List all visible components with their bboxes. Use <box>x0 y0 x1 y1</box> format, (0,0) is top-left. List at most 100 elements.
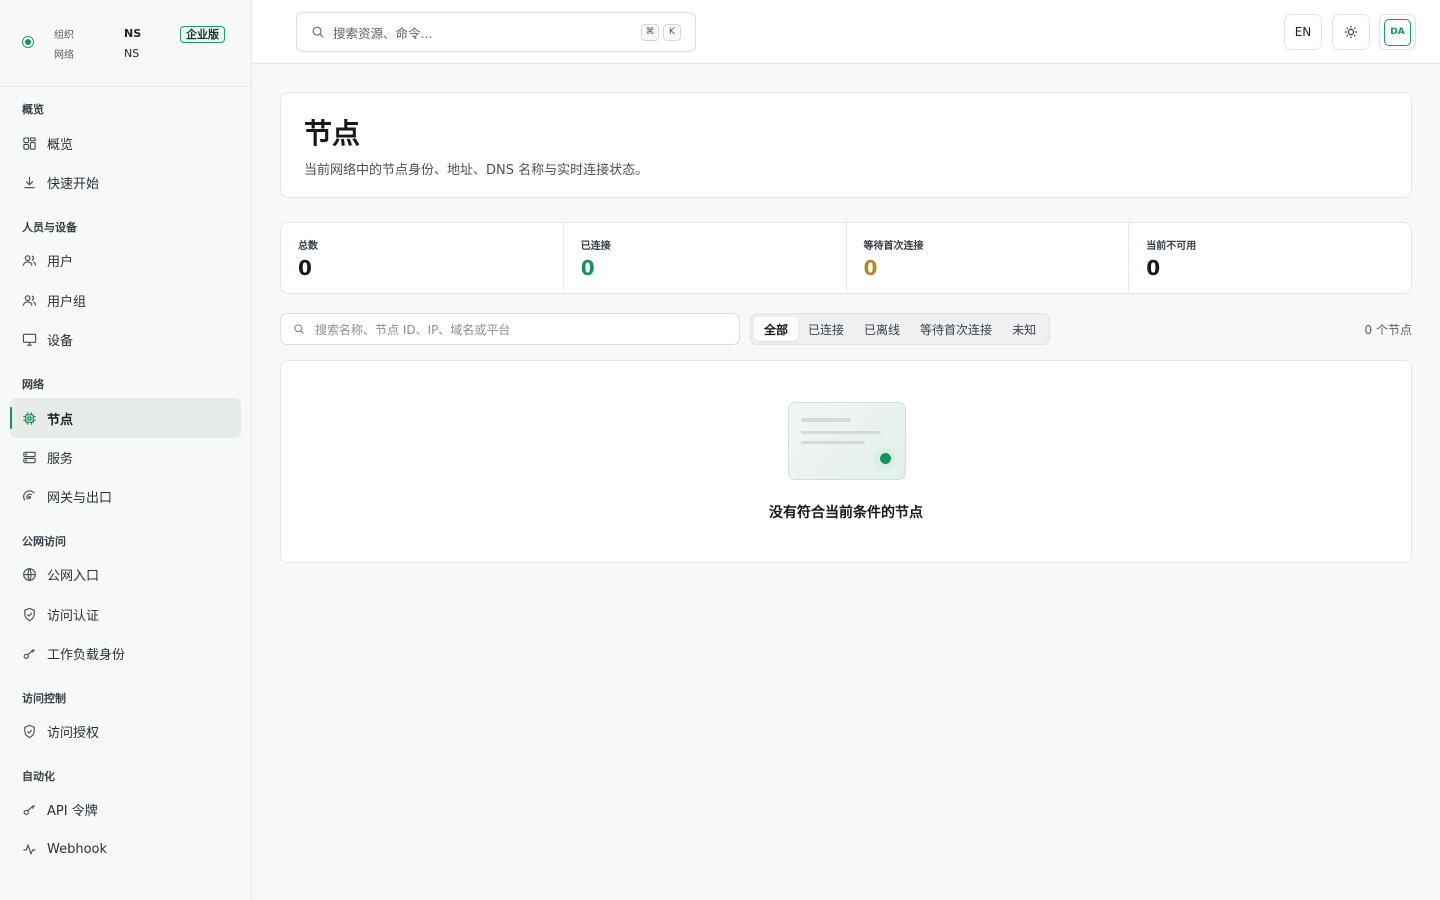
cpu-icon <box>22 411 37 426</box>
gateway-icon <box>22 489 37 504</box>
status-filter-tabs: 全部 已连接 已离线 等待首次连接 未知 <box>750 313 1051 345</box>
sidebar-item-gateways[interactable]: 网关与出口 <box>10 476 241 516</box>
org-switcher[interactable]: 组织 NS 网络 NS 企业版 <box>0 0 251 87</box>
tab-pending[interactable]: 等待首次连接 <box>910 317 1002 341</box>
sidebar-item-user-groups[interactable]: 用户组 <box>10 280 241 320</box>
stat-unavailable: 当前不可用 0 <box>1129 223 1411 293</box>
sidebar-item-access-grants[interactable]: 访问授权 <box>10 711 241 751</box>
nav-section-network: 网络 <box>22 378 44 391</box>
nav-section-automation: 自动化 <box>22 770 55 783</box>
edition-badge: 企业版 <box>180 26 225 43</box>
tab-connected[interactable]: 已连接 <box>798 317 854 341</box>
node-search-placeholder: 搜索名称、节点 ID、IP、域名或平台 <box>315 322 511 337</box>
status-dot-icon <box>22 36 34 48</box>
tab-all[interactable]: 全部 <box>754 317 799 341</box>
sidebar-item-label: Webhook <box>47 841 108 857</box>
sidebar-item-api-tokens[interactable]: API 令牌 <box>10 789 241 829</box>
illustration-line <box>801 441 865 444</box>
language-label: EN <box>1294 25 1312 39</box>
empty-state-message: 没有符合当前条件的节点 <box>769 505 923 521</box>
nav-section-overview: 概览 <box>22 103 44 116</box>
sidebar-item-label: 快速开始 <box>47 176 100 192</box>
search-icon <box>312 26 324 38</box>
sidebar-item-workload-identity[interactable]: 工作负载身份 <box>10 633 241 673</box>
stat-label: 已连接 <box>580 241 611 252</box>
globe-icon <box>22 567 37 582</box>
sidebar-item-devices[interactable]: 设备 <box>10 319 241 359</box>
users-icon <box>22 293 37 308</box>
stat-label: 等待首次连接 <box>863 241 924 252</box>
sidebar-item-label: 访问授权 <box>47 725 100 741</box>
illustration-line <box>801 431 881 434</box>
sidebar-item-label: 节点 <box>47 412 74 428</box>
shield-check-icon <box>22 607 37 622</box>
node-search-input[interactable]: 搜索名称、节点 ID、IP、域名或平台 <box>280 313 740 345</box>
sidebar-item-label: 工作负载身份 <box>47 647 126 663</box>
stat-label: 当前不可用 <box>1146 241 1197 252</box>
nav-section-people: 人员与设备 <box>22 221 77 234</box>
theme-toggle-button[interactable] <box>1332 14 1370 50</box>
grid-icon <box>22 136 37 151</box>
user-menu-button[interactable]: DA <box>1379 14 1416 50</box>
download-icon <box>22 175 37 190</box>
sidebar-item-users[interactable]: 用户 <box>10 240 241 280</box>
network-label: 网络 <box>54 50 74 61</box>
illustration-line <box>801 418 851 422</box>
shield-check-icon <box>22 724 37 739</box>
nav-section-access-control: 访问控制 <box>22 692 66 705</box>
stat-connected: 已连接 0 <box>564 223 847 293</box>
sidebar-item-nodes[interactable]: 节点 <box>10 398 241 438</box>
empty-state: 没有符合当前条件的节点 <box>280 360 1412 563</box>
node-count: 0 个节点 <box>1364 323 1412 337</box>
sidebar-item-webhook[interactable]: Webhook <box>10 829 241 869</box>
sidebar-item-quickstart[interactable]: 快速开始 <box>10 162 241 202</box>
shortcut-key-cmd: ⌘ <box>641 23 659 41</box>
tab-unknown[interactable]: 未知 <box>1002 317 1046 341</box>
sidebar-item-overview[interactable]: 概览 <box>10 123 241 163</box>
sidebar-item-label: 用户 <box>47 254 74 270</box>
stat-pending: 等待首次连接 0 <box>847 223 1130 293</box>
network-value: NS <box>124 47 140 60</box>
monitor-icon <box>22 332 37 347</box>
page-subtitle: 当前网络中的节点身份、地址、DNS 名称与实时连接状态。 <box>304 163 649 178</box>
org-value: NS <box>124 27 142 40</box>
nav-section-public-access: 公网访问 <box>22 535 66 548</box>
tab-offline[interactable]: 已离线 <box>854 317 910 341</box>
server-icon <box>22 450 37 465</box>
key-icon <box>22 646 37 661</box>
activity-icon <box>22 842 37 857</box>
topbar: 搜索资源、命令... ⌘ K EN DA <box>252 0 1440 64</box>
sidebar: 组织 NS 网络 NS 企业版 概览 概览 快速开始 人员与设备 用户 用户组 <box>0 0 252 900</box>
language-button[interactable]: EN <box>1284 14 1322 50</box>
org-label: 组织 <box>54 30 74 41</box>
sidebar-item-label: 网关与出口 <box>47 490 113 506</box>
sidebar-item-label: 设备 <box>47 333 74 349</box>
sidebar-item-label: 用户组 <box>47 294 87 310</box>
illustration-status <box>874 447 896 469</box>
empty-illustration-icon <box>788 402 906 480</box>
page-header: 节点 当前网络中的节点身份、地址、DNS 名称与实时连接状态。 <box>280 92 1412 198</box>
sidebar-item-services[interactable]: 服务 <box>10 437 241 477</box>
avatar: DA <box>1384 18 1411 46</box>
shortcut-key-k: K <box>663 23 681 41</box>
sidebar-item-access-auth[interactable]: 访问认证 <box>10 594 241 634</box>
org-row: 组织 NS <box>54 26 141 41</box>
key-icon <box>22 802 37 817</box>
status-dot-icon <box>879 452 891 464</box>
stat-label: 总数 <box>298 241 318 252</box>
sidebar-item-label: API 令牌 <box>47 803 98 819</box>
stat-value: 0 <box>863 256 878 280</box>
sidebar-item-public-ingress[interactable]: 公网入口 <box>10 554 241 594</box>
stat-value: 0 <box>298 256 312 280</box>
stat-value: 0 <box>1146 256 1161 280</box>
sidebar-item-label: 概览 <box>47 137 74 153</box>
stat-value: 0 <box>580 256 595 280</box>
global-search-input[interactable]: 搜索资源、命令... ⌘ K <box>296 12 696 52</box>
global-search-placeholder: 搜索资源、命令... <box>333 25 433 41</box>
network-row: 网络 NS <box>54 46 139 61</box>
stats-panel: 总数 0 已连接 0 等待首次连接 0 当前不可用 0 <box>280 222 1412 294</box>
search-icon <box>294 324 304 334</box>
sidebar-item-label: 访问认证 <box>47 608 100 624</box>
sidebar-item-label: 服务 <box>47 451 74 467</box>
sun-icon <box>1344 25 1358 39</box>
